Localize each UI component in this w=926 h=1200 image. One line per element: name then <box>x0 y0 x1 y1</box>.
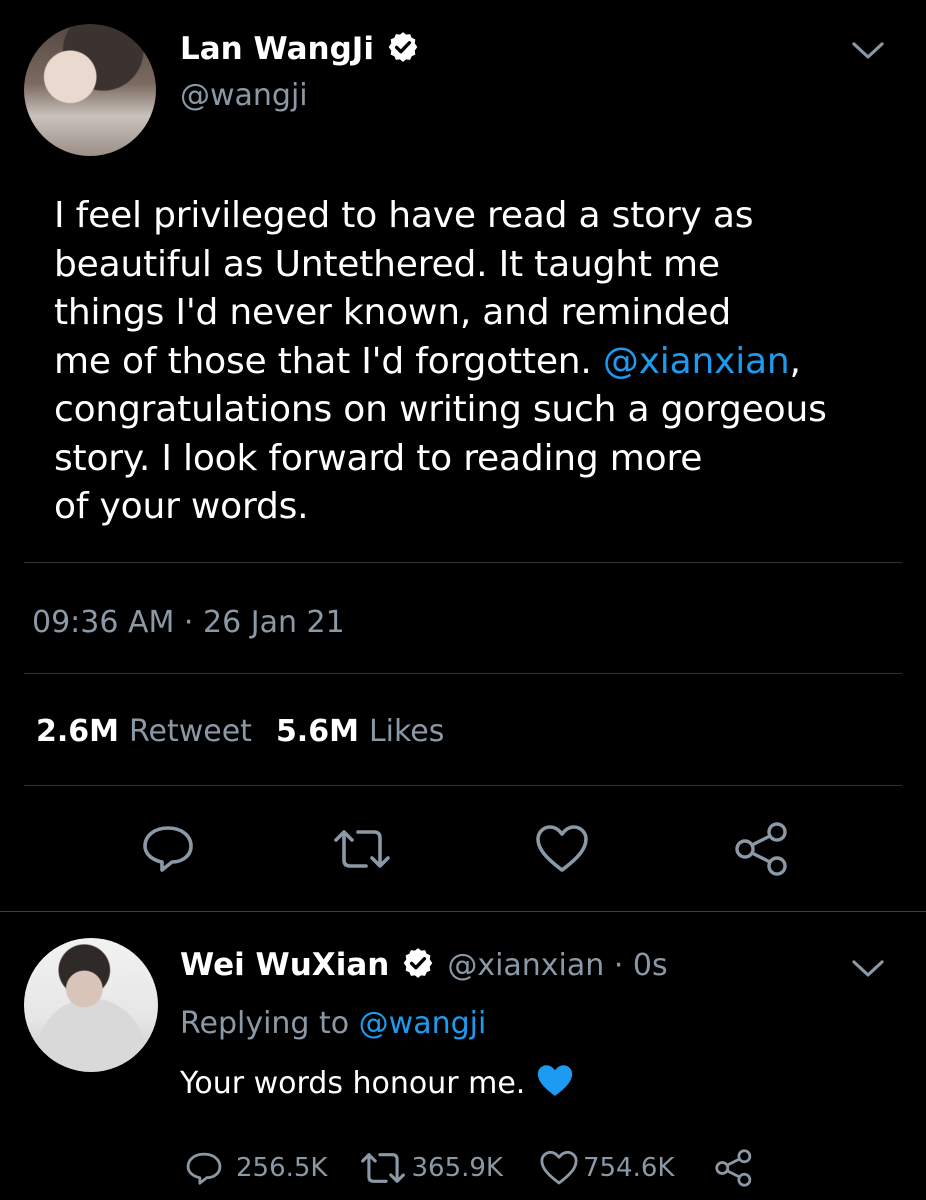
reply-icon[interactable] <box>184 1150 224 1186</box>
replying-to: Replying to @wangji <box>180 1006 486 1041</box>
replying-to-label: Replying to <box>180 1006 359 1041</box>
tweet-text-line: I feel privileged to have read a story a… <box>54 195 754 236</box>
share-icon[interactable] <box>733 820 791 878</box>
retweets-label[interactable]: Retweet <box>129 714 252 749</box>
retweets-count[interactable]: 2.6M <box>36 714 119 749</box>
divider <box>24 562 902 563</box>
tweet-timestamp[interactable]: 09:36 AM · 26 Jan 21 <box>32 605 345 640</box>
retweet-icon[interactable] <box>357 1150 409 1186</box>
mention-link-xianxian[interactable]: @xianxian <box>603 341 790 382</box>
reply-body: Your words honour me. <box>180 1063 575 1103</box>
reply-handle-time[interactable]: @xianxian · 0s <box>447 948 667 983</box>
likes-label[interactable]: Likes <box>369 714 444 749</box>
retweet-count: 365.9K <box>411 1153 503 1183</box>
reply-text: Your words honour me. <box>180 1065 526 1101</box>
chevron-down-icon[interactable] <box>850 956 886 980</box>
avatar-lan-wangji[interactable] <box>24 24 156 156</box>
heart-icon[interactable] <box>539 1150 579 1186</box>
share-icon[interactable] <box>714 1148 754 1188</box>
heart-icon[interactable] <box>534 824 590 874</box>
tweet-text-line: beautiful as Untethered. It taught me <box>54 243 720 285</box>
like-count: 754.6K <box>582 1153 675 1183</box>
tweet-text-fragment: me of those that I'd forgotten. <box>54 340 603 382</box>
author-handle[interactable]: @wangji <box>180 81 308 111</box>
divider <box>24 673 902 674</box>
verified-badge-icon <box>386 30 420 68</box>
blue-heart-emoji-icon <box>535 1063 575 1103</box>
reply-count: 256.5K <box>236 1153 328 1183</box>
tweet-text-line-with-mention: me of those that I'd forgotten. @xianxia… <box>54 338 874 387</box>
likes-count[interactable]: 5.6M <box>276 714 359 749</box>
tweet-text-line: things I'd never known, and reminded <box>54 292 731 333</box>
tweet-text-line: of your words. <box>54 486 309 527</box>
tweet-text: I feel privileged to have read a story a… <box>54 192 874 532</box>
author-name[interactable]: Lan WangJi <box>180 33 374 65</box>
tweet-stats: 2.6M Retweet 5.6M Likes <box>36 714 444 749</box>
reply-author-name[interactable]: Wei WuXian <box>180 949 389 981</box>
tweet-text-line: congratulations on writing such a gorgeo… <box>54 389 827 430</box>
verified-badge-icon <box>401 946 435 984</box>
section-divider <box>0 911 926 912</box>
divider <box>24 785 902 786</box>
reply-actions: 256.5K 365.9K 754.6K <box>184 1148 754 1188</box>
avatar-wei-wuxian[interactable] <box>24 938 158 1072</box>
reply-icon[interactable] <box>140 822 196 874</box>
retweet-icon[interactable] <box>330 826 394 872</box>
replying-to-handle[interactable]: @wangji <box>359 1006 487 1041</box>
mention-suffix: , <box>789 340 801 382</box>
tweet-text-line: story. I look forward to reading more <box>54 437 703 479</box>
reply-author-row: Wei WuXian @xianxian · 0s <box>180 946 668 984</box>
chevron-down-icon[interactable] <box>850 38 886 62</box>
tweet-author-row: Lan WangJi <box>180 30 420 68</box>
